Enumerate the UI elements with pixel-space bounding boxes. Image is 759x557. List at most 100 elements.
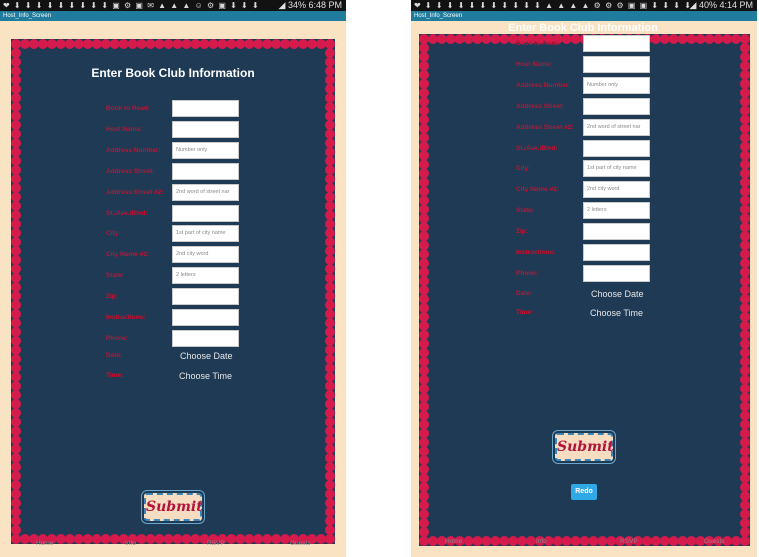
- scallop-dot: [325, 372, 335, 382]
- scallop-dot: [740, 159, 750, 170]
- text-input[interactable]: 1st part of city name: [583, 160, 650, 178]
- scallop-dot: [11, 489, 21, 499]
- scallop-dot: [472, 34, 483, 44]
- scallop-dot: [11, 219, 21, 229]
- right-screen: ❤ ⬇ ⬇ ⬇ ⬇ ⬇ ⬇ ⬇ ⬇ ⬇ ⬇ ⬇ ▲ ▲ ▲ ▲ ⚙ ⚙ ⚙ ▣ …: [411, 0, 757, 557]
- scallop-dot: [325, 453, 335, 463]
- scallop-dot: [11, 192, 21, 202]
- scallop-dot: [64, 39, 75, 49]
- text-input[interactable]: Number only: [172, 141, 239, 159]
- scallop-dot: [419, 114, 429, 125]
- field-label: Address Number:: [106, 146, 161, 154]
- scallop-dot: [298, 39, 309, 49]
- scallop-dot: [11, 210, 21, 220]
- scallop-dot: [11, 102, 21, 112]
- scallop-dot: [11, 462, 21, 472]
- scallop-dot: [419, 42, 429, 53]
- choose-date-button[interactable]: Choose Date: [591, 285, 644, 303]
- text-input[interactable]: [583, 244, 650, 261]
- scallop-dot: [740, 213, 750, 224]
- scallop-dot: [109, 39, 120, 49]
- form-row: Book to Read:: [106, 100, 239, 118]
- scallop-dot: [325, 255, 335, 265]
- scallop-dot: [740, 464, 750, 475]
- scallop-dot: [419, 383, 429, 394]
- scallop-dot: [325, 489, 335, 499]
- scallop-dot: [659, 34, 670, 44]
- nav-home[interactable]: Home: [445, 537, 462, 547]
- scallop-dot: [226, 39, 237, 49]
- scallop-dot: [740, 276, 750, 287]
- submit-button[interactable]: Submit: [555, 433, 614, 461]
- scallop-dot: [82, 39, 93, 49]
- scallop-dot: [740, 186, 750, 197]
- choose-date-button[interactable]: Choose Date: [180, 347, 233, 365]
- scallop-dot: [419, 419, 429, 430]
- text-input[interactable]: 2nd city word: [172, 246, 239, 264]
- redo-button[interactable]: Redo: [571, 484, 597, 500]
- form-row: Phone:: [516, 264, 650, 283]
- text-input[interactable]: [172, 120, 239, 138]
- text-input[interactable]: [172, 309, 239, 326]
- text-input[interactable]: 2nd word of street nar: [583, 118, 650, 136]
- clock-time: 4:14 PM: [719, 0, 753, 10]
- text-input[interactable]: 2 letters: [172, 267, 239, 285]
- text-input[interactable]: 2 letters: [583, 202, 650, 220]
- scallop-dot: [136, 39, 147, 49]
- text-input[interactable]: [172, 329, 239, 347]
- text-input[interactable]: [583, 264, 650, 282]
- time-row: Time: Choose Time: [106, 367, 246, 385]
- choose-time-button[interactable]: Choose Time: [590, 304, 643, 322]
- scallop-dot: [11, 282, 21, 292]
- scallop-dot: [740, 518, 750, 529]
- nav-rsvp[interactable]: RSVP: [207, 539, 225, 549]
- text-input[interactable]: [172, 204, 239, 222]
- nav-rsvp[interactable]: RSVP: [620, 537, 638, 547]
- scallop-dot: [419, 509, 429, 520]
- choose-time-button[interactable]: Choose Time: [179, 367, 232, 385]
- field-label: City Name #2:: [106, 251, 149, 259]
- scallop-dot: [11, 372, 21, 382]
- text-input[interactable]: 1st part of city name: [172, 225, 239, 243]
- date-row: Date: Choose Date: [516, 285, 656, 303]
- scallop-dot: [419, 285, 429, 295]
- text-input[interactable]: [583, 223, 650, 241]
- scallop-dot: [499, 34, 510, 44]
- scallop-dot: [740, 123, 750, 134]
- text-input[interactable]: [583, 55, 650, 73]
- scallop-dot: [419, 527, 429, 538]
- text-input[interactable]: [172, 100, 239, 117]
- text-input[interactable]: [172, 162, 239, 180]
- form-row: Address Street:: [516, 97, 650, 116]
- left-screen: ❤ ⬇ ⬇ ⬇ ⬇ ⬇ ⬇ ⬇ ⬇ ⬇ ▣ ⚙ ▣ ✉ ▲ ▲ ▲ ☺ ⚙ ▣ …: [0, 0, 346, 557]
- text-input[interactable]: [583, 97, 650, 115]
- form-row: Host Name:: [106, 120, 239, 139]
- text-input[interactable]: Number only: [583, 76, 650, 94]
- submit-button[interactable]: Submit: [144, 493, 203, 521]
- scallop-dot: [419, 78, 429, 89]
- scallop-dot: [271, 39, 282, 49]
- scallop-dot: [325, 417, 335, 427]
- text-input[interactable]: 2nd city word: [583, 181, 650, 199]
- nav-guests[interactable]: Guests: [704, 537, 725, 547]
- text-input[interactable]: [172, 288, 239, 306]
- nav-info[interactable]: Info: [125, 539, 136, 549]
- page-title: Enter Book Club Information: [91, 66, 255, 80]
- scallop-dot: [325, 174, 335, 184]
- nav-info[interactable]: Info: [536, 537, 547, 547]
- scallop-dot: [127, 39, 138, 49]
- scallop-dot: [419, 132, 429, 143]
- nav-guests[interactable]: Guests: [290, 539, 311, 549]
- nav-home[interactable]: Home: [36, 539, 53, 549]
- scallop-dot: [419, 222, 429, 233]
- battery-indicator: ◢ 40%: [689, 0, 717, 10]
- scallop-dot: [11, 516, 21, 526]
- text-input[interactable]: 2nd word of street nar: [172, 183, 239, 201]
- scallop-dot: [325, 336, 335, 346]
- form-row: St./Ave./Blvd:: [106, 204, 239, 223]
- text-input[interactable]: [583, 139, 650, 157]
- text-input[interactable]: [583, 35, 650, 52]
- scallop-dot: [740, 78, 750, 89]
- date-row: Date: Choose Date: [106, 347, 246, 365]
- scallop-dot: [11, 507, 21, 517]
